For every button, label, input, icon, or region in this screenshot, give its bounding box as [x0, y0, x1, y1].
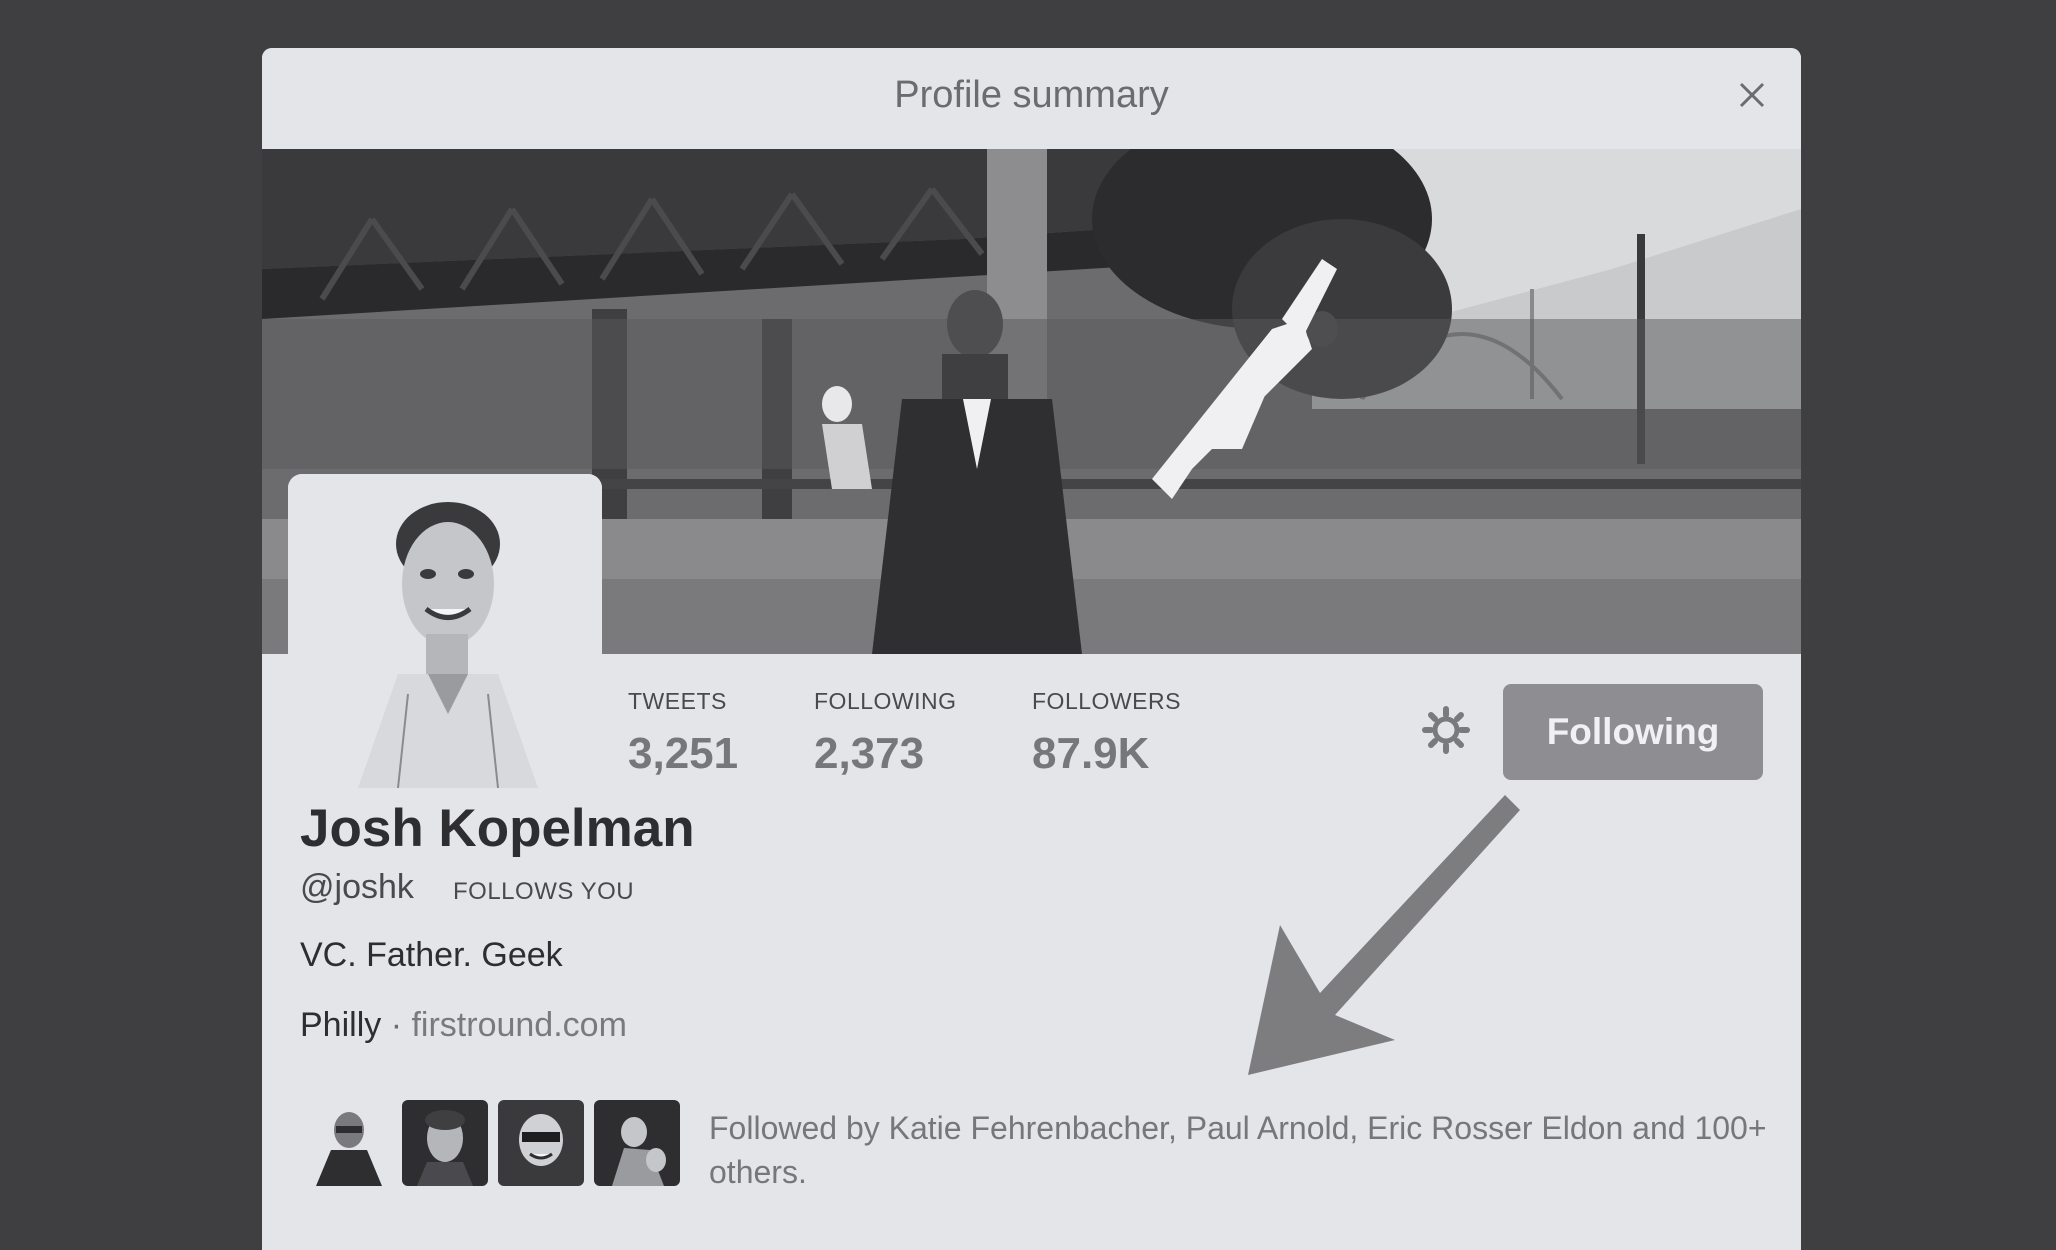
follower-avatar-2[interactable] [402, 1100, 488, 1186]
profile-name: Josh Kopelman [300, 799, 695, 858]
followed-by-text[interactable]: Followed by Katie Fehrenbacher, Paul Arn… [709, 1106, 1769, 1194]
stat-following[interactable]: FOLLOWING 2,373 [814, 688, 957, 779]
profile-website-link[interactable]: firstround.com [411, 1006, 626, 1044]
follows-you-badge: FOLLOWS YOU [453, 878, 635, 905]
location-separator: · [390, 1006, 403, 1044]
stat-followers-label: FOLLOWERS [1032, 688, 1181, 714]
profile-location: Philly [300, 1006, 382, 1044]
stat-tweets[interactable]: TWEETS 3,251 [628, 688, 738, 779]
follower-avatar-3[interactable] [498, 1100, 584, 1186]
profile-summary-modal: Profile summary TWEETS 3,251 FOLLOWING 2… [262, 48, 1801, 1250]
annotation-arrow-icon [1240, 785, 1520, 1090]
profile-handle[interactable]: @joshk [300, 868, 414, 907]
profile-location-line: Philly · firstround.com [300, 1006, 627, 1045]
modal-header: Profile summary [262, 48, 1801, 150]
stat-followers[interactable]: FOLLOWERS 87.9K [1032, 688, 1181, 779]
modal-title: Profile summary [894, 74, 1169, 116]
follower-avatar-4[interactable] [594, 1100, 680, 1186]
follower-avatar-1[interactable] [306, 1100, 392, 1186]
profile-bio: VC. Father. Geek [300, 936, 563, 974]
following-button[interactable]: Following [1503, 684, 1763, 780]
stat-following-value: 2,373 [814, 729, 925, 778]
profile-avatar[interactable] [288, 474, 602, 788]
stat-tweets-label: TWEETS [628, 688, 727, 714]
stat-tweets-value: 3,251 [628, 729, 739, 778]
close-icon[interactable] [1737, 80, 1767, 110]
stat-followers-value: 87.9K [1032, 729, 1150, 778]
gear-icon[interactable] [1422, 706, 1470, 754]
stat-following-label: FOLLOWING [814, 688, 957, 714]
